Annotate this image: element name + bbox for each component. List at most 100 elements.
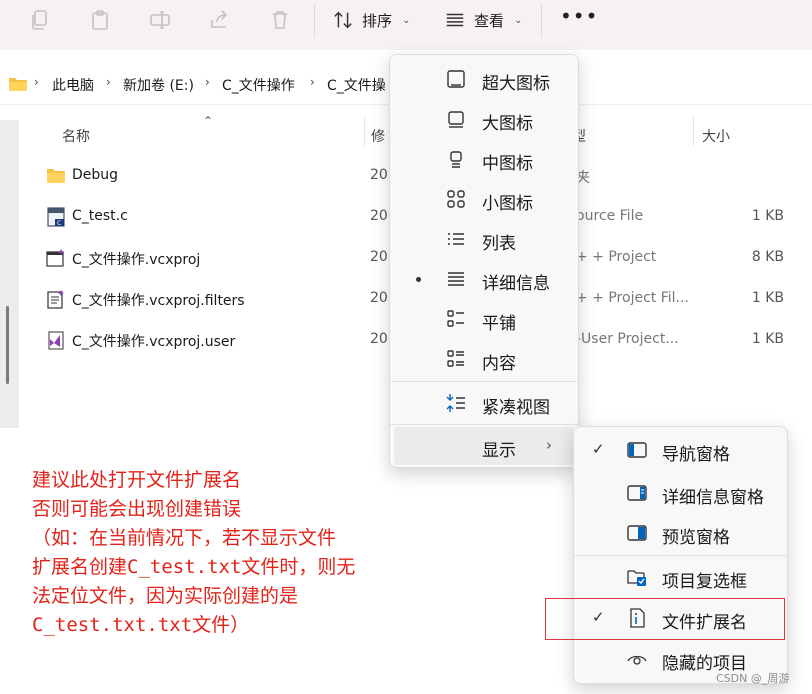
file-size: 8 KB	[751, 249, 784, 265]
menu-item-navigation-pane[interactable]: ✓ 导航窗格	[574, 430, 787, 470]
view-label: 查看	[474, 11, 505, 30]
column-header-name[interactable]: 名称	[62, 126, 90, 146]
preview-pane-icon	[627, 525, 647, 541]
details-pane-icon	[627, 485, 647, 501]
breadcrumb-subfolder[interactable]: C_文件操	[327, 75, 386, 95]
filters-file-icon	[47, 290, 64, 309]
breadcrumb-separator-icon: ›	[34, 75, 39, 89]
folder-icon	[47, 169, 65, 183]
watermark: CSDN @_周游	[716, 672, 790, 685]
menu-item-details-pane[interactable]: 详细信息窗格	[574, 473, 787, 513]
folder-icon	[9, 78, 27, 91]
menu-item-content[interactable]: 内容	[394, 340, 574, 378]
menu-item-tiles[interactable]: 平铺	[394, 300, 574, 338]
small-icons-icon	[447, 190, 465, 208]
show-submenu: ✓ 导航窗格 详细信息窗格 预览窗格 项目复选框 ✓ 文件扩展名 隐藏的项目	[573, 426, 788, 684]
view-icon	[446, 13, 464, 27]
file-type: ource File	[576, 208, 644, 224]
annotation-line: C_test.txt.txt文件）	[32, 614, 250, 636]
more-options-button[interactable]: •••	[560, 6, 597, 32]
column-header-modified[interactable]: 修	[371, 126, 385, 146]
breadcrumb-drive[interactable]: 新加卷 (E:)	[123, 75, 194, 95]
checkmark-icon: ✓	[592, 440, 605, 458]
sort-button[interactable]: 排序 ⌄	[332, 8, 410, 32]
breadcrumb-separator-icon: ›	[106, 75, 111, 89]
copy-icon[interactable]	[28, 8, 52, 32]
content-icon	[447, 350, 464, 367]
file-extension-highlight-box	[545, 598, 785, 640]
file-date: 20	[370, 290, 388, 306]
file-date: 20	[370, 249, 388, 265]
list-icon	[448, 233, 464, 245]
chevron-down-icon: ⌄	[514, 14, 523, 26]
menu-item-show[interactable]: 显示 ›	[394, 427, 574, 465]
sort-ascending-icon: ⌃	[203, 114, 214, 128]
file-name: C_文件操作.vcxproj.user	[72, 334, 236, 350]
navigation-pane-icon	[627, 442, 647, 458]
item-checkbox-icon	[627, 570, 646, 586]
file-date: 20	[370, 208, 388, 224]
compact-view-icon	[446, 394, 465, 412]
breadcrumb-this-pc[interactable]: 此电脑	[52, 75, 94, 95]
annotation-line: 建议此处打开文件扩展名	[32, 469, 242, 491]
navigation-pane-scrollbar[interactable]	[0, 120, 19, 428]
file-size: 1 KB	[751, 290, 784, 306]
menu-item-compact-view[interactable]: 紧凑视图	[394, 384, 574, 422]
medium-icons-icon	[450, 151, 462, 168]
chevron-right-icon: ›	[546, 436, 552, 454]
file-name: Debug	[72, 167, 119, 183]
file-size: 1 KB	[751, 331, 784, 347]
file-type: -User Project...	[576, 331, 679, 347]
hidden-items-icon	[627, 655, 647, 665]
sort-label: 排序	[362, 11, 393, 30]
toolbar-divider	[541, 4, 542, 38]
menu-divider	[390, 381, 578, 382]
annotation-line: 法定位文件，因为实际创建的是	[32, 585, 299, 607]
file-type: + + Project Fil...	[576, 290, 689, 306]
chevron-down-icon: ⌄	[402, 14, 411, 26]
menu-item-large-icons[interactable]: 大图标	[394, 100, 574, 138]
paste-icon[interactable]	[88, 8, 112, 32]
column-header-size[interactable]: 大小	[702, 126, 730, 146]
column-divider[interactable]	[693, 116, 694, 146]
vs-user-file-icon	[48, 331, 64, 350]
command-bar: 排序 ⌄ 查看 ⌄ •••	[0, 0, 812, 50]
tiles-icon	[447, 310, 464, 327]
annotation-line: 扩展名创建C_test.txt文件时，则无	[32, 556, 356, 578]
breadcrumb-separator-icon: ›	[205, 75, 210, 89]
menu-item-small-icons[interactable]: 小图标	[394, 180, 574, 218]
menu-item-medium-icons[interactable]: 中图标	[394, 140, 574, 178]
scrollbar-thumb[interactable]	[6, 306, 9, 384]
view-button[interactable]: 查看 ⌄	[444, 8, 522, 32]
breadcrumb-folder[interactable]: C_文件操作	[222, 75, 295, 95]
menu-item-extra-large-icons[interactable]: 超大图标	[394, 60, 574, 98]
menu-item-item-checkboxes[interactable]: 项目复选框	[574, 557, 787, 597]
annotation-note: 建议此处打开文件扩展名 否则可能会出现创建错误 （如：在当前情况下，若不显示文件…	[32, 466, 432, 640]
menu-item-list[interactable]: 列表	[394, 220, 574, 258]
file-date: 20	[370, 167, 388, 183]
extra-large-icons-icon	[447, 70, 465, 88]
menu-divider	[574, 555, 787, 556]
file-name: C_文件操作.vcxproj.filters	[72, 293, 245, 309]
view-menu: 超大图标 大图标 中图标 小图标 列表 详细信息 平铺 内容 紧凑视图 显示 ›	[389, 54, 579, 468]
vcxproj-file-icon	[46, 249, 64, 267]
sort-icon	[334, 11, 352, 29]
menu-item-details[interactable]: 详细信息	[394, 260, 574, 298]
share-icon[interactable]	[208, 8, 232, 32]
c-source-file-icon: C	[47, 207, 65, 227]
selected-bullet-icon	[416, 277, 421, 282]
column-divider[interactable]	[364, 116, 365, 146]
svg-text:C: C	[57, 220, 61, 227]
menu-item-preview-pane[interactable]: 预览窗格	[574, 513, 787, 553]
details-icon	[448, 272, 464, 286]
file-name: C_文件操作.vcxproj	[72, 252, 201, 268]
file-type: + + Project	[576, 249, 657, 265]
toolbar-divider	[314, 4, 315, 38]
file-date: 20	[370, 331, 388, 347]
file-name: C_test.c	[72, 208, 128, 224]
annotation-line: 否则可能会出现创建错误	[32, 498, 242, 520]
file-size: 1 KB	[751, 208, 784, 224]
menu-divider	[390, 424, 578, 425]
rename-icon[interactable]	[148, 8, 172, 32]
delete-icon[interactable]	[268, 8, 292, 32]
